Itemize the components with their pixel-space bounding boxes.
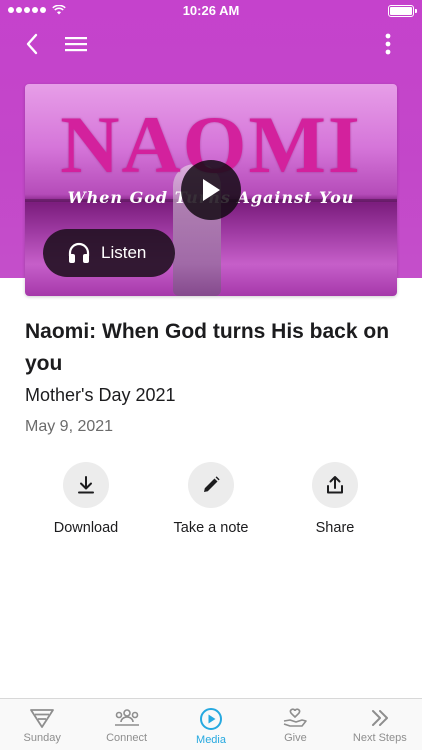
status-time: 10:26 AM	[182, 3, 240, 18]
listen-label: Listen	[101, 243, 147, 262]
share-label: Share	[315, 520, 355, 536]
chevron-left-icon	[26, 33, 38, 55]
sermon-artwork: NAOMI When God Turns Against You Listen	[25, 84, 397, 296]
status-bar: 10:26 AM	[0, 0, 422, 22]
share-circle	[312, 462, 358, 508]
sermon-series: Mother's Day 2021	[25, 385, 176, 405]
connect-icon	[114, 709, 139, 726]
tab-give-label: Give	[284, 732, 307, 744]
menu-button[interactable]	[60, 28, 92, 60]
tab-connect[interactable]: Connect	[84, 699, 168, 750]
tab-media[interactable]: Media	[169, 699, 253, 750]
hamburger-icon	[65, 37, 87, 52]
download-circle	[63, 462, 109, 508]
more-vertical-icon	[385, 33, 391, 55]
note-circle	[188, 462, 234, 508]
tab-next-steps[interactable]: Next Steps	[338, 699, 422, 750]
play-icon	[203, 179, 220, 201]
sermon-title: Naomi: When God turns His back on you	[25, 320, 390, 375]
pencil-icon	[204, 476, 220, 492]
tab-connect-label: Connect	[106, 732, 148, 744]
download-icon	[78, 476, 94, 494]
listen-button[interactable]: Listen	[43, 229, 175, 277]
tab-sunday-label: Sunday	[23, 732, 61, 744]
tab-sunday[interactable]: Sunday	[0, 699, 84, 750]
share-icon	[327, 476, 343, 494]
sunday-icon	[30, 709, 55, 728]
take-note-button[interactable]: Take a note	[151, 462, 271, 536]
tab-next-steps-label: Next Steps	[352, 732, 407, 744]
give-icon	[284, 708, 308, 727]
take-note-label: Take a note	[173, 520, 249, 536]
tab-media-label: Media	[196, 734, 226, 746]
back-button[interactable]	[16, 28, 48, 60]
play-button[interactable]	[181, 160, 241, 220]
headphones-icon	[68, 242, 90, 263]
media-icon	[200, 708, 223, 730]
download-button[interactable]: Download	[26, 462, 146, 536]
more-options-button[interactable]	[372, 28, 404, 60]
battery-icon	[388, 5, 417, 17]
download-label: Download	[53, 520, 119, 536]
share-button[interactable]: Share	[275, 462, 395, 536]
sermon-date: May 9, 2021	[25, 418, 114, 435]
tab-give[interactable]: Give	[253, 699, 337, 750]
tab-bar: Sunday Connect Media Give Next Steps	[0, 698, 422, 750]
next-steps-icon	[371, 710, 388, 726]
